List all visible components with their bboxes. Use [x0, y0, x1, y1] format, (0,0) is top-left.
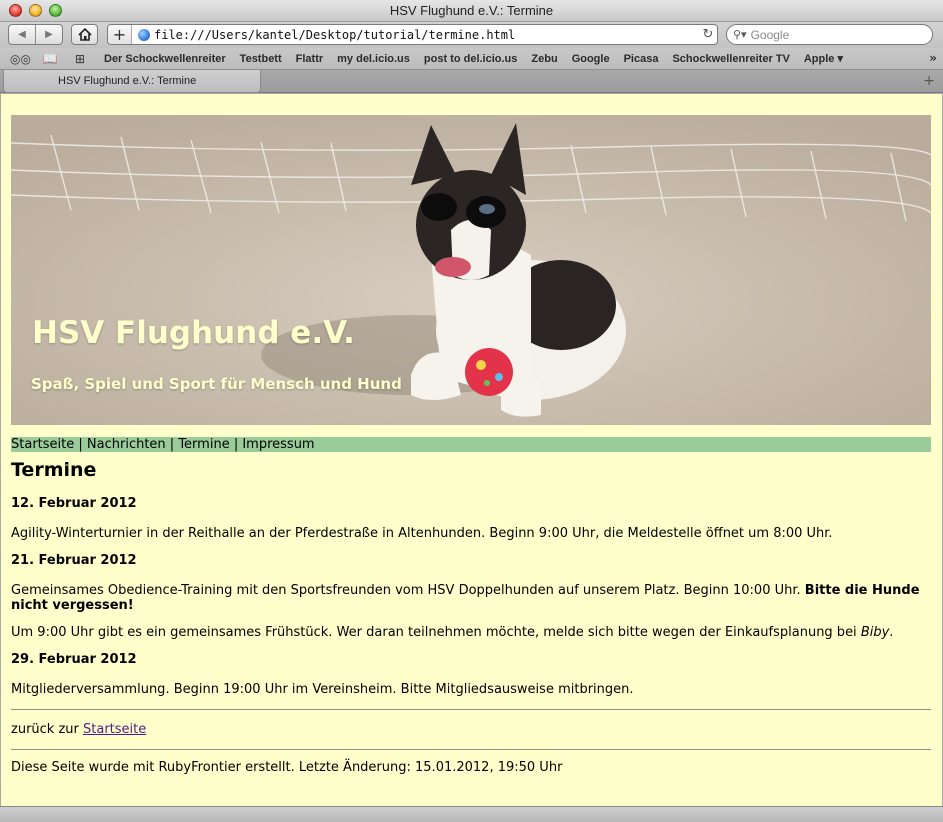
bookmark-item[interactable]: Apple ▾ — [804, 52, 843, 65]
bookmark-item[interactable]: Flattr — [296, 53, 324, 65]
nav-separator: | — [229, 437, 243, 452]
page-footer: Diese Seite wurde mit RubyFrontier erste… — [11, 760, 563, 775]
event-date: 29. Februar 2012 — [11, 652, 137, 667]
event-description: Um 9:00 Uhr gibt es ein gemeinsames Früh… — [11, 625, 931, 640]
back-button[interactable]: ◀ — [9, 25, 36, 44]
back-link-line: zurück zur Startseite — [11, 722, 931, 737]
divider — [11, 709, 931, 710]
back-to-startseite-link[interactable]: Startseite — [83, 722, 146, 737]
tab-label: HSV Flughund e.V.: Termine — [58, 75, 197, 87]
forward-button[interactable]: ▶ — [36, 25, 62, 44]
bookmark-item[interactable]: Schockwellenreiter TV — [672, 53, 789, 65]
event-description: Agility-Winterturnier in der Reithalle a… — [11, 526, 833, 541]
event-date: 21. Februar 2012 — [11, 553, 137, 568]
nav-link-startseite[interactable]: Startseite — [11, 437, 74, 452]
nav-link-nachrichten[interactable]: Nachrichten — [87, 437, 166, 452]
event-description: Mitgliederversammlung. Beginn 19:00 Uhr … — [11, 682, 634, 697]
url-text[interactable]: file:///Users/kantel/Desktop/tutorial/te… — [154, 28, 699, 42]
window-title: HSV Flughund e.V.: Termine — [389, 3, 554, 18]
main-content: Termine 12. Februar 2012 Agility-Wintert… — [11, 459, 931, 787]
event-text-end: . — [889, 625, 894, 640]
globe-icon — [138, 28, 150, 41]
home-button[interactable] — [71, 24, 98, 45]
top-sites-grid-icon[interactable]: ⊞ — [70, 52, 90, 66]
more-bookmarks-chevron-icon[interactable]: » — [929, 51, 937, 65]
bookmarks-book-icon[interactable]: 📖 — [40, 52, 60, 66]
status-bar — [0, 806, 943, 822]
bookmark-item[interactable]: Testbett — [240, 53, 282, 65]
reading-list-icon[interactable]: ◎◎ — [10, 52, 31, 66]
browser-toolbar: ◀ ▶ + file:///Users/kantel/Desktop/tutor… — [0, 22, 943, 48]
bookmark-item[interactable]: Picasa — [624, 53, 659, 65]
event-date: 12. Februar 2012 — [11, 496, 137, 511]
address-bar[interactable]: + file:///Users/kantel/Desktop/tutorial/… — [107, 24, 718, 45]
bookmarks-bar: ◎◎ 📖 ⊞ Der Schockwellenreiter Testbett F… — [0, 48, 943, 70]
event-description: Gemeinsames Obedience-Training mit den S… — [11, 583, 931, 613]
nav-link-impressum[interactable]: Impressum — [242, 437, 314, 452]
nav-separator: | — [74, 437, 87, 452]
bookmark-item[interactable]: Der Schockwellenreiter — [104, 53, 226, 65]
tab-bar: HSV Flughund e.V.: Termine + — [0, 70, 943, 93]
active-tab[interactable]: HSV Flughund e.V.: Termine — [3, 70, 261, 93]
event-text: Gemeinsames Obedience-Training mit den S… — [11, 583, 805, 598]
nav-separator: | — [165, 437, 179, 452]
back-forward-control: ◀ ▶ — [8, 24, 63, 45]
bookmark-item[interactable]: Zebu — [531, 53, 557, 65]
page-heading: Termine — [11, 459, 97, 481]
home-icon — [77, 28, 92, 41]
web-page: HSV Flughund e.V. Spaß, Spiel und Sport … — [1, 94, 942, 806]
bookmark-item[interactable]: post to del.icio.us — [424, 53, 518, 65]
back-prefix: zurück zur — [11, 722, 83, 737]
bookmark-item[interactable]: my del.icio.us — [337, 53, 410, 65]
nav-link-termine[interactable]: Termine — [178, 437, 229, 452]
divider — [11, 749, 931, 750]
search-input[interactable] — [750, 27, 921, 42]
header-banner: HSV Flughund e.V. Spaß, Spiel und Sport … — [11, 115, 931, 425]
search-field[interactable]: ⚲▾ — [726, 24, 933, 45]
site-navigation: Startseite | Nachrichten | Termine | Imp… — [11, 437, 931, 452]
bookmark-item[interactable]: Google — [572, 53, 610, 65]
window-titlebar: HSV Flughund e.V.: Termine — [0, 0, 943, 22]
add-bookmark-button[interactable]: + — [108, 25, 132, 44]
new-tab-icon[interactable]: + — [923, 73, 935, 89]
search-icon[interactable]: ⚲▾ — [733, 28, 747, 41]
event-text: Um 9:00 Uhr gibt es ein gemeinsames Früh… — [11, 625, 861, 640]
reload-icon[interactable]: ↻ — [699, 27, 717, 42]
site-subtitle: Spaß, Spiel und Sport für Mensch und Hun… — [31, 375, 402, 393]
contact-name: Biby — [860, 625, 890, 640]
site-title: HSV Flughund e.V. — [32, 315, 355, 351]
